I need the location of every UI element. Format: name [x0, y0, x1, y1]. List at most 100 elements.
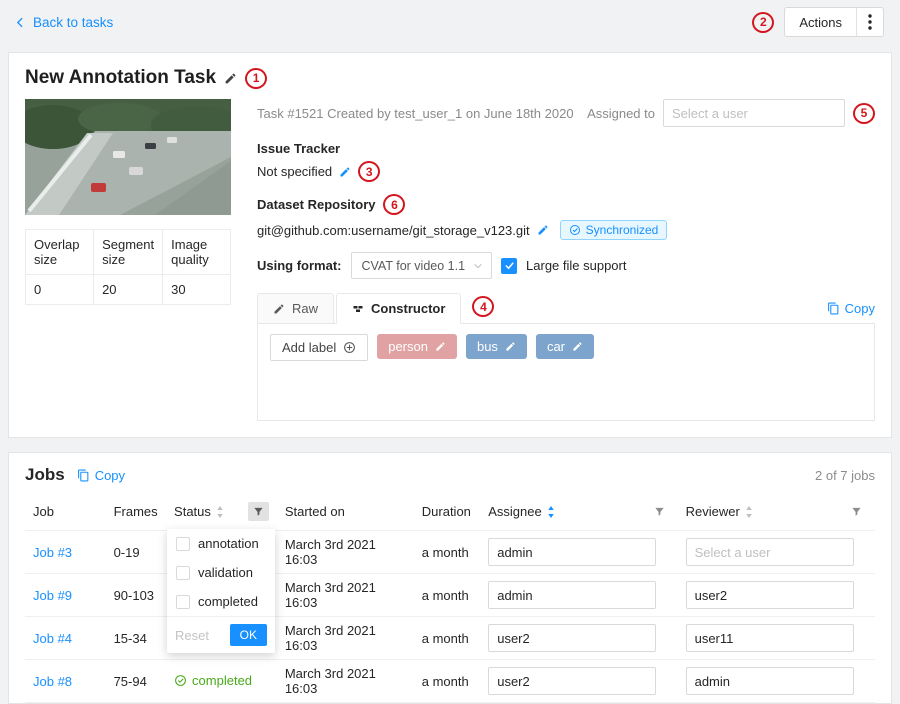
task-params-table: Overlap size Segment size Image quality …	[25, 229, 231, 305]
actions-area: 2 Actions	[752, 7, 884, 37]
filter-option-annotation[interactable]: annotation	[167, 529, 275, 558]
job-frames: 15-34	[106, 617, 166, 660]
actions-button[interactable]: Actions	[784, 7, 884, 37]
sort-icon[interactable]	[547, 505, 555, 519]
label-chip-person[interactable]: person	[377, 334, 457, 359]
task-assignee-input[interactable]	[663, 99, 845, 127]
label-chip-person-name: person	[388, 339, 428, 354]
copy-icon	[827, 302, 840, 315]
filter-option-label: validation	[198, 565, 253, 580]
filter-footer: Reset OK	[167, 616, 275, 653]
filter-option-label: annotation	[198, 536, 259, 551]
job-duration: a month	[414, 617, 480, 660]
task-left-column: Overlap size Segment size Image quality …	[25, 99, 231, 421]
checkbox[interactable]	[176, 537, 190, 551]
reviewer-input[interactable]	[686, 538, 854, 566]
param-header-overlap: Overlap size	[26, 230, 94, 275]
page-title: New Annotation Task	[25, 67, 216, 89]
job-started: March 3rd 2021 16:03	[277, 574, 414, 617]
assignee-column-label: Assignee	[488, 504, 541, 519]
callout-3: 3	[358, 161, 380, 182]
checkbox[interactable]	[176, 566, 190, 580]
assignee-input[interactable]	[488, 581, 656, 609]
assignee-input[interactable]	[488, 667, 656, 695]
reviewer-input[interactable]	[686, 667, 854, 695]
assigned-to-label: Assigned to	[587, 106, 655, 121]
label-chip-car-name: car	[547, 339, 565, 354]
job-link[interactable]: Job #8	[33, 674, 72, 689]
column-header-status: Status	[166, 493, 277, 531]
labels-tabs-row: Raw Constructor 4 Copy	[257, 293, 875, 323]
label-chip-bus-name: bus	[477, 339, 498, 354]
filter-ok-button[interactable]: OK	[230, 624, 267, 646]
back-to-tasks-label: Back to tasks	[33, 15, 113, 30]
label-chip-bus[interactable]: bus	[466, 334, 527, 359]
issue-tracker-value-row: Not specified 3	[257, 161, 875, 182]
task-meta-text: Task #1521 Created by test_user_1 on Jun…	[257, 106, 574, 121]
reviewer-input[interactable]	[686, 581, 854, 609]
edit-label-icon[interactable]	[435, 341, 446, 352]
labels-copy-link[interactable]: Copy	[827, 301, 875, 316]
job-frames: 0-19	[106, 531, 166, 574]
job-link[interactable]: Job #3	[33, 545, 72, 560]
format-select[interactable]: CVAT for video 1.1	[351, 252, 493, 279]
back-to-tasks-link[interactable]: Back to tasks	[14, 15, 113, 30]
jobs-header: Jobs Copy 2 of 7 jobs	[25, 465, 875, 485]
edit-label-icon[interactable]	[505, 341, 516, 352]
filter-option-validation[interactable]: validation	[167, 558, 275, 587]
assignee-input[interactable]	[488, 624, 656, 652]
large-file-support-label: Large file support	[526, 258, 626, 273]
assignee-filter-icon[interactable]	[649, 502, 670, 521]
edit-label-icon[interactable]	[572, 341, 583, 352]
filter-option-label: completed	[198, 594, 258, 609]
tab-constructor[interactable]: Constructor	[336, 293, 461, 324]
edit-repository-icon[interactable]	[537, 224, 549, 236]
task-title-row: New Annotation Task 1	[25, 67, 875, 89]
column-header-frames: Frames	[106, 493, 166, 531]
job-frames: 75-94	[106, 660, 166, 703]
status-filter-icon[interactable]	[248, 502, 269, 521]
large-file-support-checkbox[interactable]	[501, 258, 517, 274]
job-row: Job #4 15-34 March 3rd 2021 16:03 a mont…	[25, 617, 875, 660]
issue-tracker-block: Issue Tracker Not specified 3	[257, 141, 875, 182]
job-started: March 3rd 2021 16:03	[277, 660, 414, 703]
job-duration: a month	[414, 574, 480, 617]
edit-title-icon[interactable]	[224, 72, 237, 85]
filter-reset-button[interactable]: Reset	[175, 628, 209, 643]
param-value-overlap: 0	[26, 275, 94, 305]
dataset-repository-url: git@github.com:username/git_storage_v123…	[257, 223, 530, 238]
callout-6: 6	[383, 194, 405, 215]
params-header-row: Overlap size Segment size Image quality	[26, 230, 231, 275]
assigned-to-group: Assigned to 5	[587, 99, 875, 127]
job-duration: a month	[414, 531, 480, 574]
task-preview-image	[25, 99, 231, 215]
param-value-quality: 30	[163, 275, 231, 305]
column-header-assignee: Assignee	[480, 493, 677, 531]
job-link[interactable]: Job #9	[33, 588, 72, 603]
reviewer-filter-icon[interactable]	[846, 502, 867, 521]
params-value-row: 0 20 30	[26, 275, 231, 305]
edit-issue-tracker-icon[interactable]	[339, 166, 351, 178]
jobs-copy-link[interactable]: Copy	[77, 468, 125, 483]
label-chip-car[interactable]: car	[536, 334, 594, 359]
jobs-title: Jobs	[25, 465, 65, 485]
callout-1: 1	[245, 68, 267, 89]
sync-status-badge: Synchronized	[560, 220, 668, 240]
chevron-down-icon	[473, 261, 483, 271]
check-circle-icon	[174, 674, 187, 687]
tab-raw[interactable]: Raw	[257, 293, 334, 324]
status-filter-dropdown: annotation validation completed Reset OK	[167, 529, 275, 653]
job-status-label: completed	[192, 673, 252, 688]
assignee-input[interactable]	[488, 538, 656, 566]
sort-icon[interactable]	[216, 505, 224, 519]
filter-option-completed[interactable]: completed	[167, 587, 275, 616]
labels-copy-label: Copy	[845, 301, 875, 316]
more-options-icon[interactable]	[857, 14, 883, 30]
job-link[interactable]: Job #4	[33, 631, 72, 646]
reviewer-input[interactable]	[686, 624, 854, 652]
checkbox[interactable]	[176, 595, 190, 609]
back-chevron-icon	[14, 16, 27, 29]
sort-icon[interactable]	[745, 505, 753, 519]
job-frames: 90-103	[106, 574, 166, 617]
add-label-button[interactable]: Add label	[270, 334, 368, 361]
